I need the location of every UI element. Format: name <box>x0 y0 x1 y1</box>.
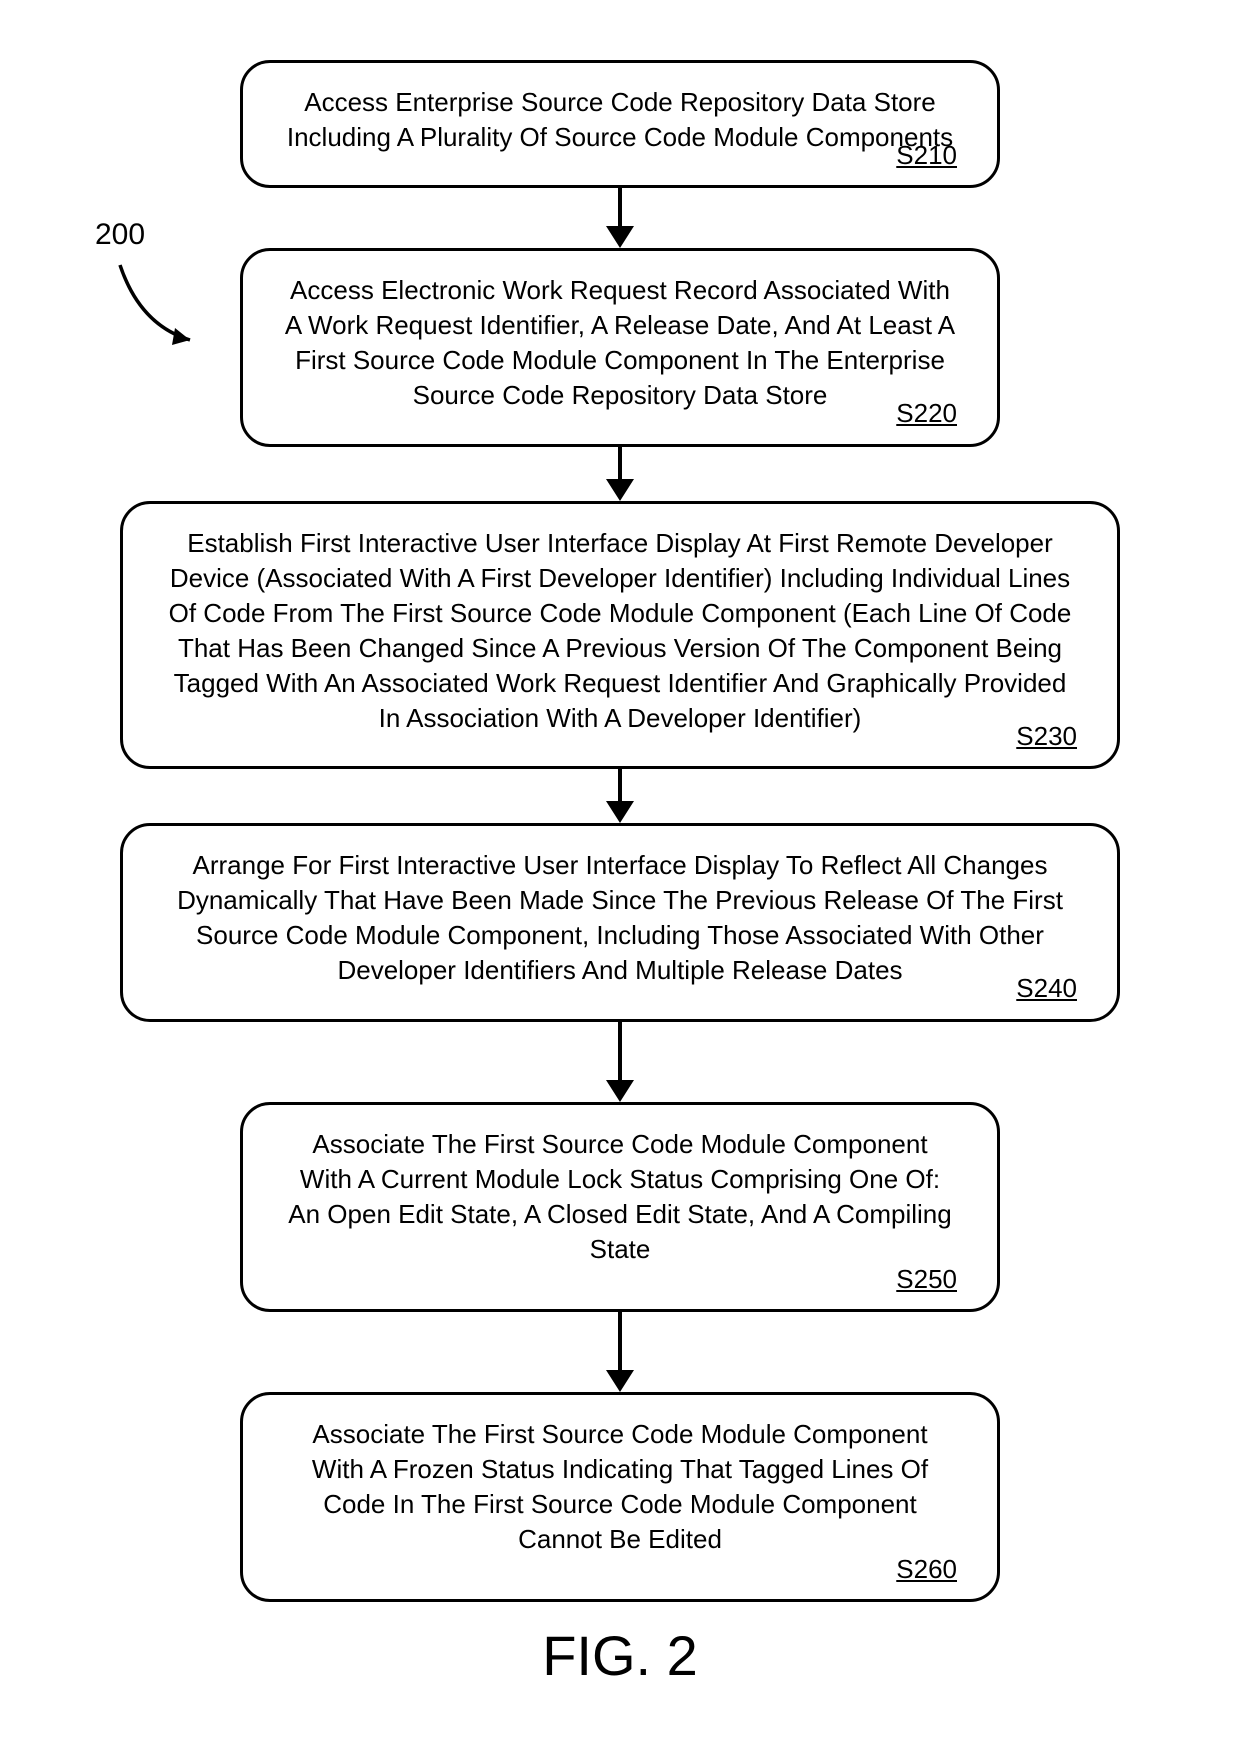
step-s210: Access Enterprise Source Code Repository… <box>240 60 1000 188</box>
figure-caption: FIG. 2 <box>542 1623 698 1688</box>
flowchart: Access Enterprise Source Code Repository… <box>120 60 1120 1602</box>
arrow <box>606 1022 634 1102</box>
step-text: Associate The First Source Code Module C… <box>312 1419 928 1554</box>
step-s240: Arrange For First Interactive User Inter… <box>120 823 1120 1021</box>
step-text: Associate The First Source Code Module C… <box>288 1129 951 1264</box>
step-s220: Access Electronic Work Request Record As… <box>240 248 1000 446</box>
step-text: Access Electronic Work Request Record As… <box>285 275 955 410</box>
step-text: Arrange For First Interactive User Inter… <box>177 850 1063 985</box>
arrow <box>606 188 634 248</box>
step-s260: Associate The First Source Code Module C… <box>240 1392 1000 1602</box>
arrow <box>606 769 634 823</box>
step-text: Access Enterprise Source Code Repository… <box>287 87 953 152</box>
step-id: S210 <box>896 138 957 173</box>
step-id: S220 <box>896 396 957 431</box>
arrow <box>606 447 634 501</box>
step-id: S230 <box>1016 719 1077 754</box>
step-text: Establish First Interactive User Interfa… <box>169 528 1072 733</box>
step-id: S240 <box>1016 971 1077 1006</box>
step-s230: Establish First Interactive User Interfa… <box>120 501 1120 770</box>
step-s250: Associate The First Source Code Module C… <box>240 1102 1000 1312</box>
arrow <box>606 1312 634 1392</box>
step-id: S250 <box>896 1262 957 1297</box>
step-id: S260 <box>896 1552 957 1587</box>
